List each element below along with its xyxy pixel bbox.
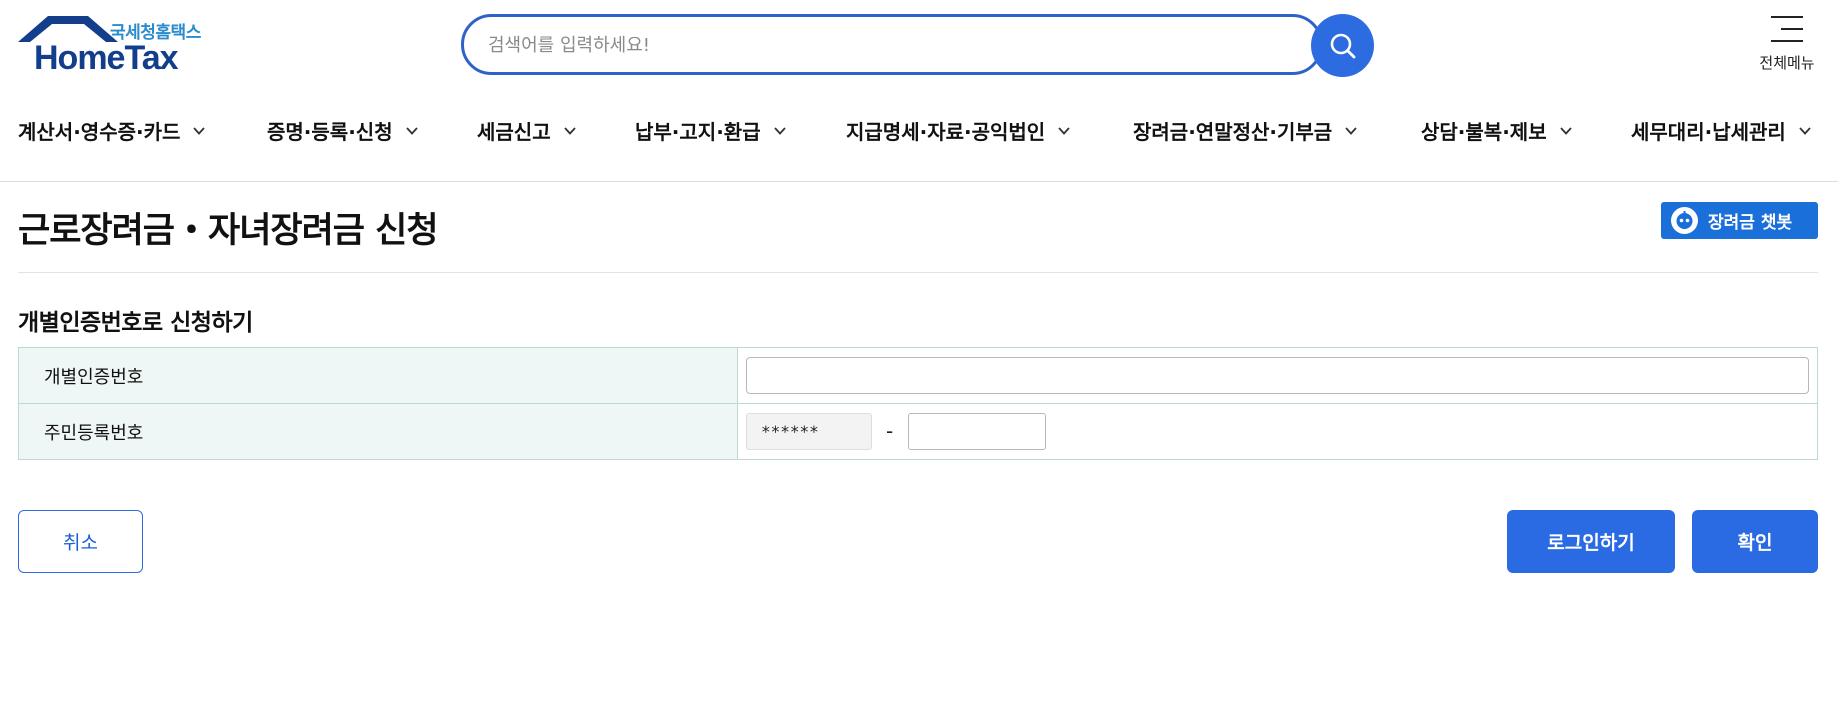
search-input[interactable] bbox=[488, 31, 1258, 59]
search-box bbox=[461, 14, 1323, 75]
chevron-down-icon bbox=[1058, 126, 1070, 135]
nav-item-label: 상담·불복·제보 bbox=[1421, 120, 1547, 144]
hamburger-icon bbox=[1771, 14, 1803, 44]
nav-item-label: 지급명세·자료·공익법인 bbox=[846, 120, 1046, 144]
title-divider bbox=[18, 272, 1818, 273]
nav-item-receipts[interactable]: 계산서·영수증·카드 bbox=[18, 116, 206, 145]
logo-title: HomeTax bbox=[34, 39, 179, 77]
hometax-logo[interactable]: 국세청홈택스 HomeTax bbox=[18, 14, 208, 77]
rrn-front-field: ****** bbox=[746, 413, 872, 450]
chevron-down-icon bbox=[773, 126, 786, 135]
table-row: 주민등록번호 ****** - bbox=[19, 404, 1817, 459]
chevron-down-icon bbox=[563, 126, 576, 135]
nav-divider bbox=[0, 181, 1838, 182]
chatbot-label: 장려금 챗봇 bbox=[1708, 213, 1793, 233]
main-nav: 계산서·영수증·카드 증명·등록·신청 세금신고 납부·고지·환급 지급명세·자… bbox=[0, 110, 1838, 150]
nav-item-payment[interactable]: 납부·고지·환급 bbox=[635, 116, 787, 145]
chevron-down-icon bbox=[1799, 126, 1811, 135]
page-title: 근로장려금・자녀장려금 신청 bbox=[18, 211, 439, 251]
incentive-chatbot-button[interactable]: 장려금 챗봇 bbox=[1661, 202, 1818, 239]
nav-item-incentives[interactable]: 장려금·연말정산·기부금 bbox=[1133, 116, 1358, 145]
chatbot-icon bbox=[1671, 207, 1698, 234]
nav-item-label: 계산서·영수증·카드 bbox=[18, 120, 181, 144]
chevron-down-icon bbox=[193, 126, 206, 135]
nav-item-statements[interactable]: 지급명세·자료·공익법인 bbox=[846, 116, 1071, 145]
nav-item-label: 세금신고 bbox=[477, 120, 551, 144]
nav-item-tax-agent[interactable]: 세무대리·납세관리 bbox=[1631, 116, 1812, 145]
rrn-back-input[interactable] bbox=[908, 413, 1046, 450]
search-icon bbox=[1330, 33, 1355, 58]
application-form-table: 개별인증번호 주민등록번호 ****** - bbox=[18, 347, 1818, 460]
all-menu-label: 전체메뉴 bbox=[1759, 54, 1815, 72]
table-row: 개별인증번호 bbox=[19, 348, 1817, 404]
section-title: 개별인증번호로 신청하기 bbox=[18, 310, 253, 336]
nav-item-tax-report[interactable]: 세금신고 bbox=[477, 116, 577, 145]
cert-number-label: 개별인증번호 bbox=[19, 348, 738, 403]
rrn-label: 주민등록번호 bbox=[19, 404, 738, 459]
nav-item-label: 납부·고지·환급 bbox=[635, 120, 761, 144]
chevron-down-icon bbox=[1345, 126, 1357, 135]
cert-number-input[interactable] bbox=[746, 357, 1809, 394]
login-button[interactable]: 로그인하기 bbox=[1507, 510, 1675, 573]
rrn-separator: - bbox=[886, 419, 894, 443]
rrn-cell: ****** - bbox=[738, 404, 1817, 459]
nav-item-certificates[interactable]: 증명·등록·신청 bbox=[267, 116, 419, 145]
chevron-down-icon bbox=[405, 126, 418, 135]
chevron-down-icon bbox=[1559, 126, 1572, 135]
nav-item-label: 세무대리·납세관리 bbox=[1631, 120, 1786, 144]
cert-number-cell bbox=[738, 348, 1817, 403]
nav-item-label: 증명·등록·신청 bbox=[267, 120, 393, 144]
nav-item-label: 장려금·연말정산·기부금 bbox=[1133, 120, 1333, 144]
all-menu-button[interactable]: 전체메뉴 bbox=[1752, 12, 1822, 82]
nav-item-consulting[interactable]: 상담·불복·제보 bbox=[1421, 116, 1573, 145]
confirm-button[interactable]: 확인 bbox=[1692, 510, 1818, 573]
cancel-button[interactable]: 취소 bbox=[18, 510, 143, 573]
search-button[interactable] bbox=[1311, 14, 1374, 77]
